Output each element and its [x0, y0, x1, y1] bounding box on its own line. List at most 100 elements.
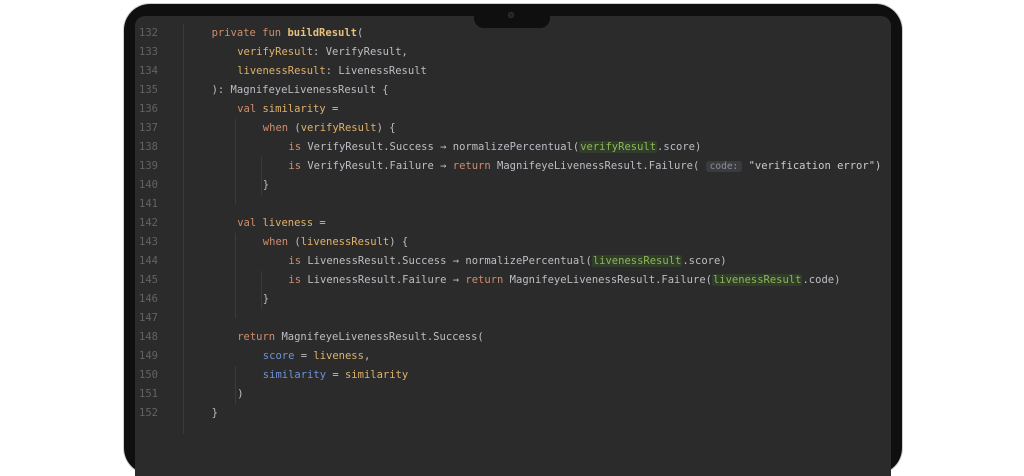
line-number[interactable]: 133: [135, 43, 177, 62]
code-token: VerifyResult.Success → normalizePercentu…: [307, 141, 580, 153]
code-token: similarity: [262, 369, 327, 381]
code-line[interactable]: 145 is LivenessResult.Failure → return Ma…: [135, 271, 891, 290]
line-number[interactable]: 137: [135, 119, 177, 138]
code-text[interactable]: when (verifyResult) {: [263, 119, 396, 138]
code-line[interactable]: 137 when (verifyResult) {: [135, 119, 891, 138]
code-line[interactable]: 152}: [135, 404, 891, 423]
code-text[interactable]: val similarity =: [237, 100, 338, 119]
code-token: }: [262, 179, 270, 191]
code-line[interactable]: 140}: [135, 176, 891, 195]
code-token: VerifyResult.Failure →: [307, 160, 453, 172]
code-token: .score): [682, 255, 727, 267]
code-text[interactable]: }: [212, 404, 218, 423]
code-token: liveness: [313, 350, 364, 362]
code-text[interactable]: when (livenessResult) {: [263, 233, 408, 252]
code-editor[interactable]: 132 private fun buildResult( 133 verifyResu…: [135, 16, 891, 476]
code-token: buildResult: [287, 27, 357, 39]
line-number[interactable]: 151: [135, 385, 177, 404]
code-token: "verification error"): [742, 160, 882, 172]
code-token: MagnifeyeLivenessResult.Failure(: [509, 274, 712, 286]
code-token: ) {: [389, 236, 409, 248]
code-token: LivenessResult.Success → normalizePercen…: [307, 255, 592, 267]
line-number[interactable]: 144: [135, 252, 177, 271]
code-text[interactable]: }: [263, 290, 269, 309]
code-text[interactable]: score = liveness,: [263, 347, 370, 366]
line-number[interactable]: 146: [135, 290, 177, 309]
code-line[interactable]: 139 is VerifyResult.Failure → return Magn…: [135, 157, 891, 176]
code-token: livenessResult: [300, 236, 390, 248]
line-number[interactable]: 132: [135, 24, 177, 43]
line-number[interactable]: 143: [135, 233, 177, 252]
code-text[interactable]: }: [263, 176, 269, 195]
code-text[interactable]: is VerifyResult.Failure → return Magnife…: [288, 157, 881, 176]
code-token: =: [325, 103, 339, 115]
code-token: when: [262, 122, 295, 134]
code-token: is: [288, 160, 308, 172]
code-text[interactable]: verifyResult: VerifyResult,: [237, 43, 408, 62]
code-line[interactable]: 134 livenessResult: LivenessResult: [135, 62, 891, 81]
code-token: val: [237, 217, 263, 229]
code-token: return: [452, 160, 498, 172]
code-text[interactable]: return MagnifeyeLivenessResult.Success(: [237, 328, 484, 347]
code-token: is: [288, 141, 308, 153]
line-number[interactable]: 139: [135, 157, 177, 176]
camera-icon: [508, 12, 514, 18]
code-token: =: [313, 217, 326, 229]
line-number[interactable]: 147: [135, 309, 177, 328]
code-text[interactable]: is LivenessResult.Success → normalizePer…: [288, 252, 727, 271]
code-line[interactable]: 142 val liveness =: [135, 214, 891, 233]
line-number[interactable]: 136: [135, 100, 177, 119]
line-number[interactable]: 149: [135, 347, 177, 366]
line-number[interactable]: 134: [135, 62, 177, 81]
code-token: similarity: [344, 369, 409, 381]
code-line[interactable]: 147: [135, 309, 891, 328]
code-line[interactable]: 149 score = liveness,: [135, 347, 891, 366]
code-token: verifyResult: [237, 46, 314, 58]
code-text[interactable]: private fun buildResult(: [212, 24, 364, 43]
code-text[interactable]: similarity = similarity: [263, 366, 408, 385]
code-text[interactable]: ): [237, 385, 243, 404]
code-token: is: [288, 274, 308, 286]
code-line[interactable]: 136 val similarity =: [135, 100, 891, 119]
line-number[interactable]: 141: [135, 195, 177, 214]
code-text[interactable]: val liveness =: [237, 214, 326, 233]
code-token: ): MagnifeyeLivenessResult {: [211, 84, 389, 96]
code-token: return: [237, 331, 282, 343]
code-token: verifyResult: [300, 122, 377, 134]
line-number[interactable]: 148: [135, 328, 177, 347]
code-line[interactable]: 135 ): MagnifeyeLivenessResult {: [135, 81, 891, 100]
line-number[interactable]: 152: [135, 404, 177, 423]
code-line[interactable]: 138 is VerifyResult.Success → normalizePe…: [135, 138, 891, 157]
code-token: : VerifyResult,: [313, 46, 408, 58]
code-token: when: [262, 236, 295, 248]
code-text[interactable]: ): MagnifeyeLivenessResult {: [212, 81, 389, 100]
code-line[interactable]: 143 when (livenessResult) {: [135, 233, 891, 252]
code-token: score: [262, 350, 295, 362]
line-number[interactable]: 140: [135, 176, 177, 195]
code-line[interactable]: 144 is LivenessResult.Success → normalize…: [135, 252, 891, 271]
code-token: is: [288, 255, 308, 267]
code-token: return: [465, 274, 510, 286]
parameter-hint: code:: [705, 161, 743, 172]
code-line[interactable]: 148 return MagnifeyeLivenessResult.Succes…: [135, 328, 891, 347]
code-text[interactable]: is LivenessResult.Failure → return Magni…: [288, 271, 840, 290]
code-token: : LivenessResult: [325, 65, 427, 77]
line-number[interactable]: 150: [135, 366, 177, 385]
line-number[interactable]: 135: [135, 81, 177, 100]
code-text[interactable]: is VerifyResult.Success → normalizePerce…: [288, 138, 701, 157]
code-token: =: [326, 369, 345, 381]
code-token: =: [294, 350, 314, 362]
code-line[interactable]: 141: [135, 195, 891, 214]
code-line[interactable]: 150 similarity = similarity: [135, 366, 891, 385]
code-token: private fun: [211, 27, 288, 39]
code-line[interactable]: 146}: [135, 290, 891, 309]
code-text[interactable]: livenessResult: LivenessResult: [237, 62, 427, 81]
code-token: livenessResult: [237, 65, 326, 77]
code-line[interactable]: 151): [135, 385, 891, 404]
code-line[interactable]: 133 verifyResult: VerifyResult,: [135, 43, 891, 62]
line-number[interactable]: 145: [135, 271, 177, 290]
code-token: }: [262, 293, 270, 305]
line-number[interactable]: 142: [135, 214, 177, 233]
line-number[interactable]: 138: [135, 138, 177, 157]
code-token: livenessResult: [591, 255, 683, 267]
